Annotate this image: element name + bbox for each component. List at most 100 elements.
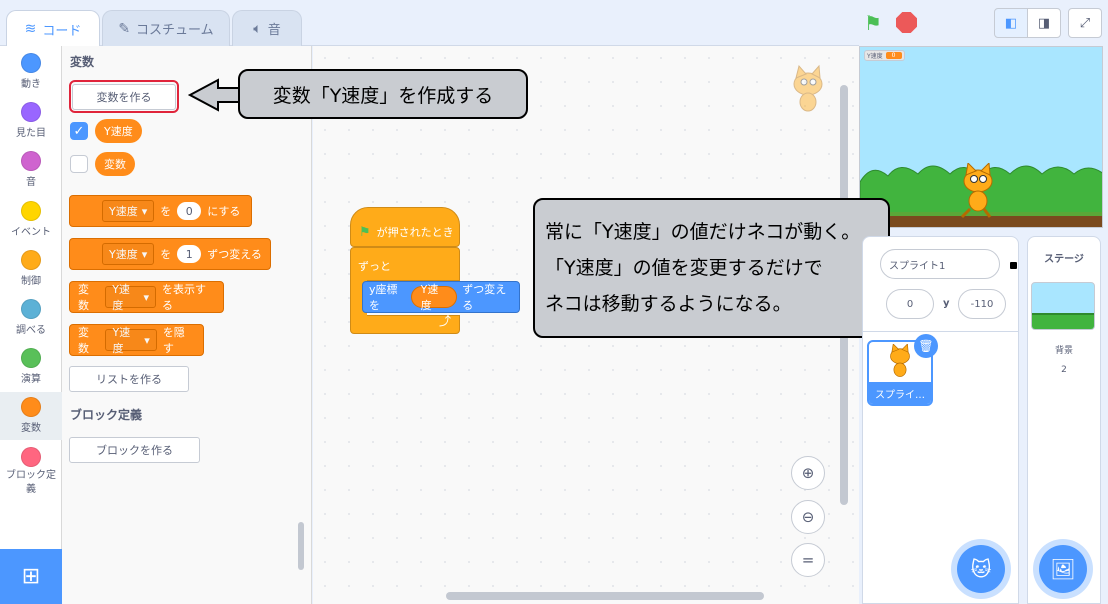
category-events[interactable]: イベント: [0, 196, 62, 244]
make-list-button[interactable]: リストを作る: [69, 366, 189, 392]
block-text: y座標を: [369, 283, 398, 312]
category-label: 見た目: [16, 128, 46, 139]
category-label: ブロック定義: [6, 470, 56, 495]
delete-sprite-button[interactable]: 🗑︎: [914, 334, 938, 358]
dropdown-value: Y速度: [112, 283, 130, 312]
variable-reporter[interactable]: Y速度: [95, 119, 142, 143]
tab-sound-label: 音: [267, 23, 281, 38]
fullscreen-button[interactable]: ⤢: [1068, 8, 1102, 38]
arrow-left-icon: [188, 78, 243, 112]
green-flag-button[interactable]: ⚑: [864, 11, 882, 35]
block-text: を: [160, 248, 172, 261]
zoom-out-button[interactable]: ⊖: [791, 500, 825, 534]
category-motion[interactable]: 動き: [0, 48, 62, 96]
monitor-label: Y速度: [867, 53, 883, 60]
green-flag-icon: ⚑: [864, 11, 882, 35]
zoom-reset-button[interactable]: =: [791, 543, 825, 577]
value-input[interactable]: 0: [177, 202, 202, 220]
check-icon: ✓: [73, 123, 85, 139]
block-text: を隠す: [162, 326, 185, 355]
block-text: 変数: [78, 283, 89, 312]
add-sprite-button[interactable]: 🐱︎: [957, 545, 1005, 593]
category-myblocks[interactable]: ブロック定義: [0, 442, 62, 502]
zoom-in-button[interactable]: ⊕: [791, 456, 825, 490]
variable-dropdown[interactable]: Y速度 ▾: [102, 200, 155, 222]
category-control[interactable]: 制御: [0, 245, 62, 293]
zoom-reset-icon: =: [801, 551, 815, 569]
block-text: を表示する: [162, 283, 207, 312]
make-block-button[interactable]: ブロックを作る: [69, 437, 200, 463]
category-label: 音: [26, 177, 36, 188]
category-operators[interactable]: 演算: [0, 343, 62, 391]
small-stage-button[interactable]: ◧: [994, 8, 1028, 38]
add-extension-button[interactable]: ⊞: [0, 549, 62, 604]
cat-sprite: [960, 163, 993, 219]
code-icon: ≋: [24, 21, 37, 37]
block-definition-heading: ブロック定義: [70, 408, 143, 422]
sprite-y-field[interactable]: -110: [958, 289, 1006, 319]
sound-dot-icon: [21, 151, 41, 171]
variable-dropdown[interactable]: Y速度 ▾: [102, 243, 155, 265]
category-label: イベント: [11, 227, 51, 238]
tab-sound[interactable]: 🔈︎ 音: [232, 10, 302, 46]
block-text: が押されたとき: [376, 226, 454, 239]
script-horizontal-scrollbar[interactable]: [446, 592, 764, 600]
block-text: にする: [207, 205, 241, 218]
dropdown-value: Y速度: [109, 205, 138, 218]
category-label: 変数: [21, 423, 41, 434]
callout-line: 「Y速度」の値を変更するだけで: [545, 257, 823, 279]
sprite-name-field[interactable]: スプライト1: [880, 249, 1000, 279]
category-sound[interactable]: 音: [0, 146, 62, 194]
variable-checkbox[interactable]: [70, 155, 88, 173]
trash-icon: 🗑︎: [918, 339, 934, 353]
hide-variable-block[interactable]: 変数 Y速度 ▾ を隠す: [69, 324, 204, 356]
when-flag-clicked-block[interactable]: ⚑ が押されたとき: [350, 207, 460, 247]
variable-dropdown[interactable]: Y速度 ▾: [105, 326, 157, 355]
block-text: ずっと: [358, 260, 391, 273]
sprite-thumbnail-label: スプライ…: [869, 382, 931, 404]
backdrop-grass: [1032, 313, 1094, 329]
caret-down-icon: ▾: [141, 247, 148, 261]
category-variables[interactable]: 変数: [0, 392, 62, 440]
palette-heading: 変数: [70, 55, 95, 69]
set-variable-block[interactable]: Y速度 ▾ を 0 にする: [69, 195, 252, 227]
sprite-cat-icon: [793, 64, 823, 112]
value-input[interactable]: 1: [177, 245, 202, 263]
change-variable-block[interactable]: Y速度 ▾ を 1 ずつ変える: [69, 238, 271, 270]
zoom-out-icon: ⊖: [801, 508, 815, 526]
events-dot-icon: [21, 201, 41, 221]
callout-create-variable: 変数「Y速度」を作成する: [238, 69, 528, 119]
block-text: ずつ変える: [462, 283, 507, 312]
dropdown-value: Y速度: [112, 326, 131, 355]
variable-dropdown[interactable]: Y速度 ▾: [105, 283, 157, 312]
backdrop-count: 2: [1061, 365, 1067, 375]
sprite-x-field[interactable]: 0: [886, 289, 934, 319]
category-label: 演算: [21, 374, 41, 385]
y-label: y: [943, 298, 950, 309]
change-y-block[interactable]: y座標を Y速度 ずつ変える: [362, 281, 520, 313]
pane-marker: [1010, 262, 1017, 269]
highlight-box: [69, 80, 179, 113]
variable-reporter[interactable]: Y速度: [410, 283, 458, 312]
small-stage-icon: ◧: [1004, 15, 1018, 31]
tab-code[interactable]: ≋ コード: [6, 10, 100, 47]
show-variable-block[interactable]: 変数 Y速度 ▾ を表示する: [69, 281, 224, 313]
stop-button[interactable]: [896, 12, 917, 33]
stage-canvas[interactable]: Y速度 0: [859, 46, 1103, 228]
category-looks[interactable]: 見た目: [0, 97, 62, 145]
fullscreen-icon: ⤢: [1079, 15, 1091, 31]
backdrop-thumbnail[interactable]: [1031, 282, 1095, 330]
variable-monitor[interactable]: Y速度 0: [864, 50, 905, 61]
variables-dot-icon: [21, 397, 41, 417]
variable-reporter[interactable]: 変数: [95, 152, 135, 176]
callout-line: 常に「Y速度」の値だけネコが動く。: [545, 221, 861, 243]
speaker-icon: 🔈︎: [253, 20, 262, 37]
category-sensing[interactable]: 調べる: [0, 294, 62, 342]
image-add-icon: 🖼︎: [1050, 557, 1076, 581]
large-stage-button[interactable]: ◨: [1027, 8, 1061, 38]
palette-scrollbar[interactable]: [298, 522, 304, 570]
tab-costume[interactable]: ✎ コスチューム: [102, 10, 230, 46]
block-text: ずつ変える: [207, 248, 262, 261]
variable-checkbox[interactable]: ✓: [70, 122, 88, 140]
add-backdrop-button[interactable]: 🖼︎: [1039, 545, 1087, 593]
